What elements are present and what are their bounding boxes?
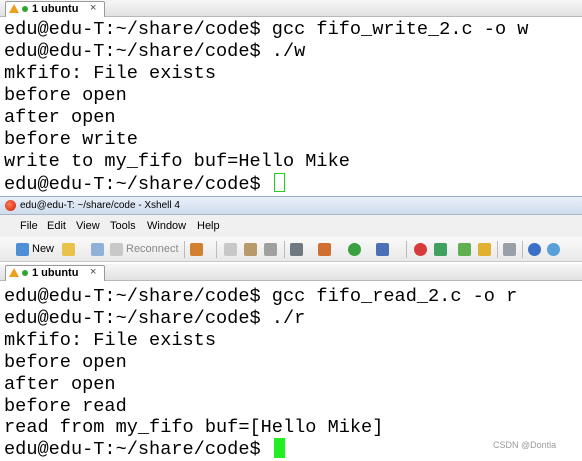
toolbar-separator	[216, 241, 217, 258]
inactive-cursor	[273, 173, 285, 192]
chat-icon[interactable]	[547, 243, 560, 256]
toolbar-separator	[497, 241, 498, 258]
reconnect-icon	[110, 243, 123, 256]
top-tab-bar: 1 ubuntu ×	[0, 0, 582, 17]
watermark: CSDN @Dontla	[493, 440, 557, 450]
terminal-line: before read	[4, 396, 127, 417]
window-title: edu@edu-T: ~/share/code - Xshell 4	[20, 200, 180, 211]
keyboard-icon[interactable]	[503, 243, 516, 256]
terminal-line: edu@edu-T:~/share/code$ gcc fifo_read_2.…	[4, 286, 518, 307]
toolbar-separator	[406, 241, 407, 258]
font-icon[interactable]	[376, 243, 389, 256]
xshell-app-icon	[5, 200, 16, 211]
terminal-prompt: edu@edu-T:~/share/code$	[4, 174, 272, 195]
top-terminal[interactable]: edu@edu-T:~/share/code$ gcc fifo_write_2…	[0, 17, 582, 196]
menu-help[interactable]: Help	[197, 220, 220, 232]
toolbar-separator	[284, 241, 285, 258]
new-button-label: New	[32, 243, 55, 255]
connected-status-icon	[22, 270, 28, 276]
terminal-line: read from my_fifo buf=[Hello Mike]	[4, 417, 384, 438]
terminal-line: before write	[4, 129, 138, 150]
tab-label: 1 ubuntu	[32, 3, 79, 15]
terminal-line: write to my_fifo buf=Hello Mike	[4, 151, 350, 172]
reconnect-button-label: Reconnect	[126, 243, 179, 255]
terminal-line: edu@edu-T:~/share/code$ gcc fifo_write_2…	[4, 19, 529, 40]
terminal-line: edu@edu-T:~/share/code$ ./r	[4, 308, 306, 329]
menu-view[interactable]: View	[76, 220, 100, 232]
warning-icon	[9, 268, 19, 277]
terminal-prompt-line: edu@edu-T:~/share/code$	[4, 438, 285, 461]
find-icon[interactable]	[264, 243, 277, 256]
connected-status-icon	[22, 6, 28, 12]
menu-bar: File Edit View Tools Window Help	[0, 215, 582, 237]
toolbar: New Reconnect	[0, 237, 582, 262]
reconnect-button[interactable]: Reconnect	[110, 241, 180, 257]
help-icon[interactable]	[528, 243, 541, 256]
terminal-line: edu@edu-T:~/share/code$ ./w	[4, 41, 306, 62]
copy-icon[interactable]	[224, 243, 237, 256]
print-icon[interactable]	[290, 243, 303, 256]
layout-icon[interactable]	[458, 243, 471, 256]
active-cursor	[273, 438, 285, 458]
tab-ubuntu-bottom[interactable]: 1 ubuntu ×	[5, 265, 105, 281]
xftp-icon[interactable]	[414, 243, 427, 256]
paste-icon[interactable]	[244, 243, 257, 256]
bottom-tab-bar: 1 ubuntu ×	[0, 264, 582, 281]
menu-file[interactable]: File	[20, 220, 38, 232]
close-icon[interactable]: ×	[90, 2, 96, 14]
script-icon[interactable]	[434, 243, 447, 256]
window-title-bar[interactable]: edu@edu-T: ~/share/code - Xshell 4	[0, 196, 582, 215]
tab-label: 1 ubuntu	[32, 267, 79, 279]
menu-tools[interactable]: Tools	[110, 220, 136, 232]
toolbar-separator	[184, 241, 185, 258]
toolbar-separator	[522, 241, 523, 258]
new-button[interactable]: New	[16, 241, 58, 257]
menu-window[interactable]: Window	[147, 220, 186, 232]
globe-icon[interactable]	[348, 243, 361, 256]
bottom-terminal[interactable]: edu@edu-T:~/share/code$ gcc fifo_read_2.…	[0, 283, 582, 461]
warning-icon	[9, 4, 19, 13]
properties-icon[interactable]	[190, 243, 203, 256]
link-icon[interactable]	[91, 243, 104, 256]
open-folder-icon[interactable]	[62, 243, 75, 256]
terminal-line: mkfifo: File exists	[4, 63, 217, 84]
terminal-line: before open	[4, 85, 127, 106]
terminal-line: mkfifo: File exists	[4, 330, 217, 351]
terminal-line: before open	[4, 352, 127, 373]
terminal-prompt: edu@edu-T:~/share/code$	[4, 439, 272, 460]
terminal-line: after open	[4, 107, 116, 128]
terminal-line: after open	[4, 374, 116, 395]
terminal-prompt-line: edu@edu-T:~/share/code$	[4, 173, 285, 196]
tab-ubuntu-top[interactable]: 1 ubuntu ×	[5, 1, 105, 17]
transfer-icon[interactable]	[318, 243, 331, 256]
new-session-icon	[16, 243, 29, 256]
close-icon[interactable]: ×	[90, 266, 96, 278]
menu-edit[interactable]: Edit	[47, 220, 66, 232]
lock-icon[interactable]	[478, 243, 491, 256]
